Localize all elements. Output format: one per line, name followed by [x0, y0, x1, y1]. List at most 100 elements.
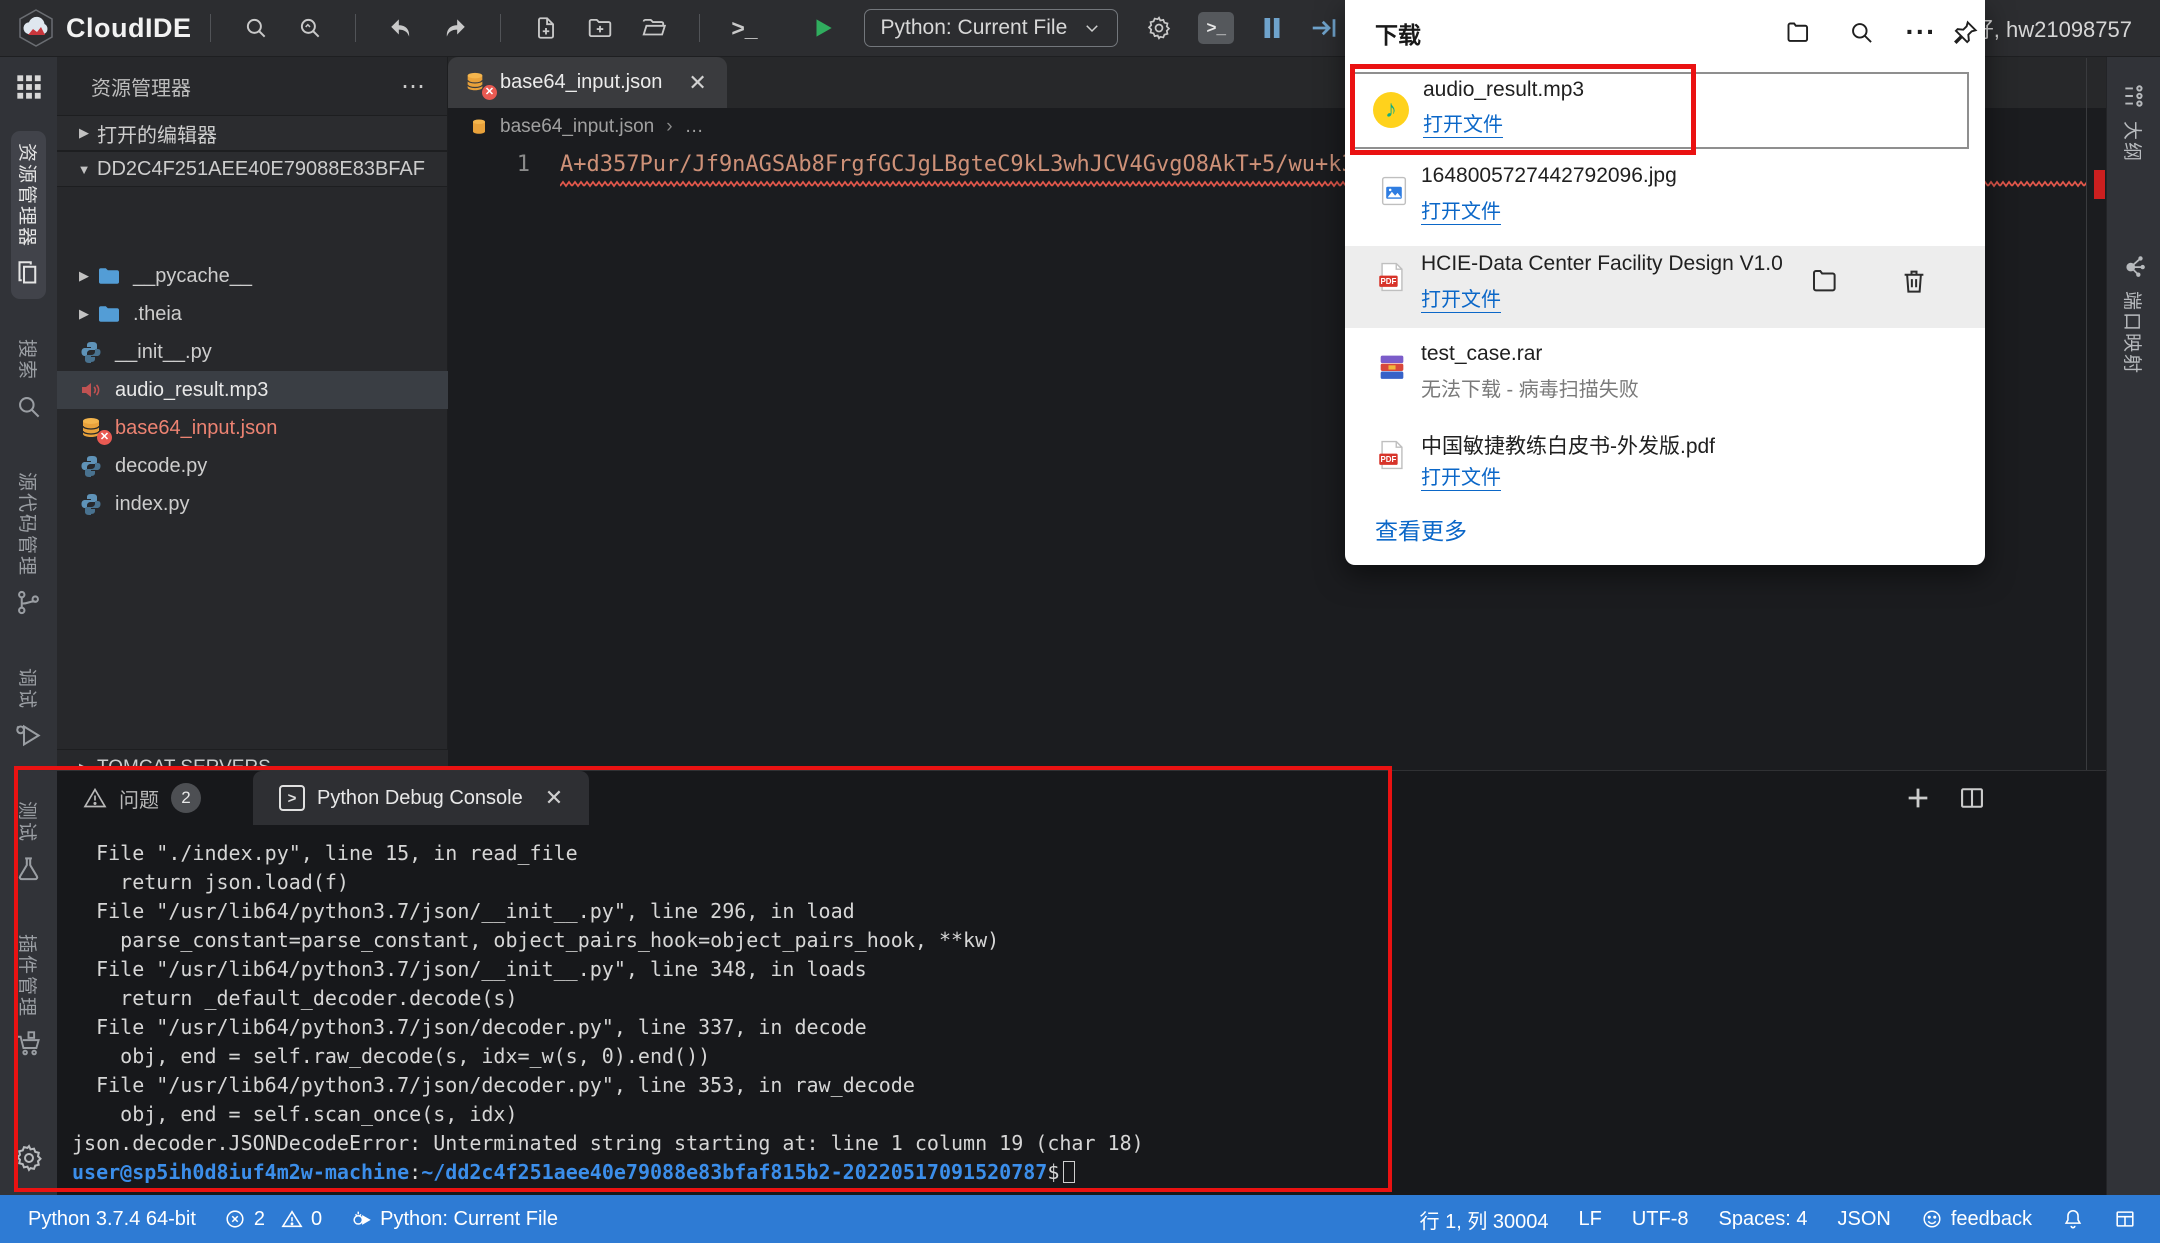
new-terminal-plus-icon[interactable] — [1904, 784, 1932, 812]
python-file-icon — [79, 340, 103, 364]
debug-settings-gear-icon[interactable] — [1144, 13, 1174, 43]
chevron-right-icon: ▶ — [71, 268, 97, 284]
sidebar-item-debug[interactable]: 调试 — [11, 656, 46, 761]
problems-label: 问题 — [119, 784, 159, 813]
open-downloads-folder-icon[interactable] — [1781, 16, 1813, 48]
run-config-status[interactable]: Python: Current File — [350, 1208, 558, 1231]
download-item-hcie-pdf[interactable]: PDF HCIE-Data Center Facility Design V1.… — [1345, 246, 1985, 328]
close-tab-icon[interactable]: ✕ — [688, 70, 706, 96]
debug-console-icon: > — [279, 785, 305, 811]
eol-status[interactable]: LF — [1579, 1208, 1602, 1231]
tab-python-debug-console[interactable]: > Python Debug Console ✕ — [253, 771, 589, 825]
tree-item-decode-py[interactable]: decode.py — [57, 447, 448, 485]
port-mapping-icon — [2121, 253, 2147, 279]
breadcrumb-file[interactable]: base64_input.json — [500, 116, 654, 138]
notifications-bell-icon[interactable] — [2062, 1208, 2084, 1230]
sidebar-item-scm[interactable]: 源代码管理 — [11, 460, 46, 628]
download-item-whitepaper-pdf[interactable]: PDF 中国敏捷教练白皮书-外发版.pdf 打开文件 — [1345, 424, 1985, 509]
open-folder-icon[interactable] — [639, 13, 669, 43]
explorer-label: 资源管理器 — [15, 143, 42, 248]
breadcrumb-more[interactable]: … — [685, 116, 704, 138]
tree-item-pycache[interactable]: ▶ __pycache__ — [57, 257, 448, 295]
python-version-status[interactable]: Python 3.7.4 64-bit — [28, 1208, 196, 1231]
run-button[interactable] — [808, 13, 838, 43]
redo-icon[interactable] — [440, 13, 470, 43]
new-file-icon[interactable] — [531, 13, 561, 43]
pin-icon[interactable] — [1949, 16, 1981, 48]
step-over-icon[interactable] — [1309, 13, 1339, 43]
indentation-status[interactable]: Spaces: 4 — [1719, 1208, 1808, 1231]
download-blocked-status: 无法下载 - 病毒扫描失败 — [1421, 373, 1639, 402]
settings-gear-icon[interactable] — [14, 1143, 44, 1173]
language-mode-status[interactable]: JSON — [1837, 1208, 1890, 1231]
pdf-file-icon: PDF — [1375, 260, 1409, 294]
console-line: obj, end = self.scan_once(s, idx) — [72, 1100, 2106, 1129]
tab-base64-input-json[interactable]: ✕ base64_input.json ✕ — [448, 57, 727, 108]
tree-item-init-py[interactable]: __init__.py — [57, 333, 448, 371]
delete-download-icon[interactable] — [1897, 264, 1931, 298]
files-icon — [15, 260, 42, 287]
console-line: File "/usr/lib64/python3.7/json/decoder.… — [72, 1013, 2106, 1042]
cursor-position-status[interactable]: 行 1, 列 30004 — [1420, 1205, 1549, 1234]
open-file-link[interactable]: 打开文件 — [1421, 195, 1501, 225]
open-file-link[interactable]: 打开文件 — [1421, 283, 1501, 313]
open-editors-section[interactable]: ▶ 打开的编辑器 — [57, 115, 447, 151]
encoding-status[interactable]: UTF-8 — [1632, 1208, 1689, 1231]
search-downloads-icon[interactable] — [1845, 16, 1877, 48]
run-config-label: Python: Current File — [881, 16, 1068, 40]
cloudide-logo — [16, 8, 56, 48]
line-number: 1 — [448, 152, 560, 177]
open-file-link[interactable]: 打开文件 — [1423, 108, 1503, 138]
pause-icon[interactable] — [1257, 13, 1287, 43]
error-badge-icon: ✕ — [97, 430, 112, 445]
tree-item-theia[interactable]: ▶ .theia — [57, 295, 448, 333]
tree-item-base64-input[interactable]: ✕ base64_input.json — [57, 409, 448, 447]
extensions-label: 插件管理 — [15, 934, 42, 1018]
json-file-icon: ✕ — [464, 71, 488, 95]
outline-panel-toggle[interactable]: 大纲 — [2120, 83, 2147, 163]
dashboard-grid-icon[interactable] — [15, 73, 43, 101]
debug-run-icon — [350, 1208, 372, 1230]
sidebar-item-explorer[interactable]: 资源管理器 — [11, 131, 46, 299]
new-folder-icon[interactable] — [585, 13, 615, 43]
undo-icon[interactable] — [386, 13, 416, 43]
download-file-name: 中国敏捷教练白皮书-外发版.pdf — [1421, 430, 1715, 460]
workspace-section[interactable]: ▼ DD2C4F251AEE40E79088E83BFAF — [57, 151, 447, 187]
tab-problems[interactable]: 问题 2 — [57, 771, 227, 825]
terminal-prompt[interactable]: user@sp5ih0d8iuf4m2w-machine:~/dd2c4f251… — [72, 1158, 2106, 1187]
sidebar-item-test[interactable]: 测试 — [11, 789, 46, 894]
feedback-status[interactable]: feedback — [1921, 1208, 2032, 1231]
console-line: return _default_decoder.decode(s) — [72, 984, 2106, 1013]
tree-item-index-py[interactable]: index.py — [57, 485, 448, 523]
console-line: return json.load(f) — [72, 868, 2106, 897]
close-panel-tab-icon[interactable]: ✕ — [545, 785, 563, 811]
cloudide-window: CloudIDE >_ Python: Current F — [0, 0, 2160, 1243]
debug-console-icon[interactable]: >_ — [1198, 12, 1234, 44]
search-label: 搜索 — [15, 339, 42, 381]
layout-toggle-icon[interactable] — [2114, 1208, 2136, 1230]
search-icon[interactable] — [241, 13, 271, 43]
activity-bar: 资源管理器 搜索 源代码管理 调试 测试 插件管理 — [0, 57, 57, 1195]
run-config-dropdown[interactable]: Python: Current File — [864, 9, 1119, 47]
see-more-link[interactable]: 查看更多 — [1375, 512, 1467, 546]
breadcrumb-separator: › — [666, 116, 672, 138]
sidebar-item-search[interactable]: 搜索 — [11, 327, 46, 432]
download-item-audio-result[interactable]: ♪ audio_result.mp3 打开文件 — [1353, 72, 1969, 149]
split-panel-icon[interactable] — [1958, 784, 1986, 812]
svg-text:PDF: PDF — [1381, 455, 1397, 464]
search-replace-icon[interactable] — [295, 13, 325, 43]
python-file-icon — [79, 454, 103, 478]
download-item-rar[interactable]: test_case.rar 无法下载 - 病毒扫描失败 — [1345, 336, 1985, 421]
download-item-jpg[interactable]: 1648005727442792096.jpg 打开文件 — [1345, 158, 1985, 243]
port-mapping-toggle[interactable]: 端口映射 — [2120, 253, 2147, 375]
more-actions-icon[interactable]: ⋯ — [401, 72, 427, 101]
tree-item-audio-result[interactable]: audio_result.mp3 — [57, 371, 448, 409]
more-options-icon[interactable]: ··· — [1905, 16, 1937, 48]
problems-status[interactable]: 2 0 — [224, 1208, 322, 1231]
show-in-folder-icon[interactable] — [1807, 264, 1841, 298]
image-file-icon — [1377, 174, 1411, 208]
terminal-icon[interactable]: >_ — [730, 13, 760, 43]
debug-console-output[interactable]: File "./index.py", line 15, in read_file… — [57, 825, 2106, 1187]
open-file-link[interactable]: 打开文件 — [1421, 461, 1501, 491]
sidebar-item-extensions[interactable]: 插件管理 — [11, 922, 46, 1069]
